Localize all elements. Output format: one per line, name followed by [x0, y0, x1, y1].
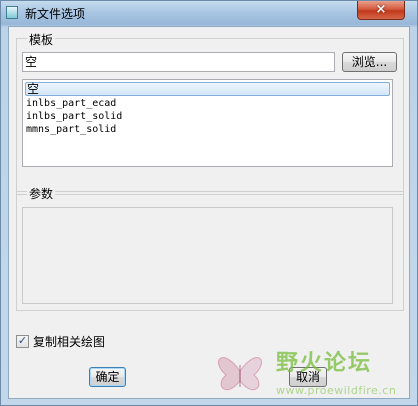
list-item[interactable]: mmns_part_solid	[25, 123, 390, 136]
list-item[interactable]: inlbs_part_ecad	[25, 97, 390, 110]
list-item-selected[interactable]: 空	[25, 82, 390, 96]
list-item[interactable]: inlbs_part_solid	[25, 110, 390, 123]
dialog-client-area: 模板 空 浏览... 空 inlbs_part_ecad inlbs_part_…	[8, 26, 410, 399]
close-icon: ×	[375, 2, 387, 17]
template-group-label: 模板	[27, 31, 56, 48]
params-panel	[22, 207, 393, 304]
cancel-button[interactable]: 取消	[289, 367, 327, 387]
dialog-icon	[6, 6, 18, 19]
copy-drawing-label[interactable]: 复制相关绘图	[33, 333, 105, 350]
template-input[interactable]: 空	[22, 52, 335, 72]
new-file-options-dialog: 新文件选项 × 模板 空 浏览... 空 inlbs_part_ecad inl…	[0, 0, 418, 406]
window-title: 新文件选项	[25, 7, 86, 21]
template-list[interactable]: 空 inlbs_part_ecad inlbs_part_solid mmns_…	[22, 79, 393, 167]
ok-button[interactable]: 确定	[89, 367, 126, 387]
params-group-label: 参数	[27, 185, 56, 202]
copy-drawing-checkbox[interactable]: ✓	[16, 334, 29, 348]
browse-button[interactable]: 浏览...	[342, 52, 397, 72]
checkmark-icon: ✓	[17, 334, 28, 347]
close-button[interactable]: ×	[357, 1, 405, 20]
title-bar[interactable]: 新文件选项 ×	[1, 1, 417, 25]
